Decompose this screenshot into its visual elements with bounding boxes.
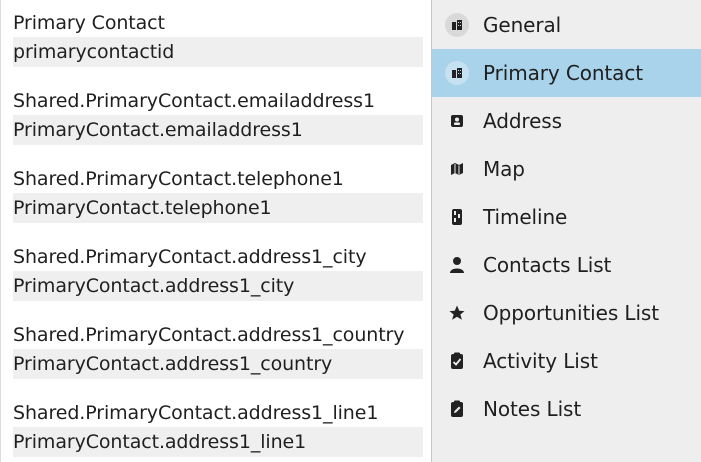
nav-label: Contacts List <box>483 253 612 277</box>
nav-label: Primary Contact <box>483 61 643 85</box>
field-primary-contact: Primary Contact primarycontactid <box>13 10 423 67</box>
field-address-line1: Shared.PrimaryContact.address1_line1 Pri… <box>13 400 423 457</box>
field-label: Shared.PrimaryContact.emailaddress1 <box>13 90 375 112</box>
note-edit-icon <box>445 397 469 421</box>
field-label: Shared.PrimaryContact.address1_city <box>13 246 367 268</box>
field-label: Primary Contact <box>13 12 165 34</box>
timeline-icon <box>445 205 469 229</box>
field-value[interactable]: PrimaryContact.telephone1 <box>13 193 423 223</box>
field-value[interactable]: primarycontactid <box>13 37 423 67</box>
map-icon <box>445 157 469 181</box>
nav-label: Opportunities List <box>483 301 659 325</box>
field-label: Shared.PrimaryContact.telephone1 <box>13 168 344 190</box>
field-label: Shared.PrimaryContact.address1_country <box>13 324 405 346</box>
star-icon <box>445 301 469 325</box>
address-card-icon <box>445 109 469 133</box>
nav-item-timeline[interactable]: Timeline <box>432 193 701 241</box>
field-value[interactable]: PrimaryContact.address1_line1 <box>13 427 423 457</box>
nav-item-primary-contact[interactable]: Primary Contact <box>432 49 701 97</box>
field-telephone: Shared.PrimaryContact.telephone1 Primary… <box>13 166 423 223</box>
nav-item-opportunities-list[interactable]: Opportunities List <box>432 289 701 337</box>
field-emailaddress: Shared.PrimaryContact.emailaddress1 Prim… <box>13 88 423 145</box>
nav-item-activity-list[interactable]: Activity List <box>432 337 701 385</box>
nav-label: Notes List <box>483 397 582 421</box>
nav-item-notes-list[interactable]: Notes List <box>432 385 701 433</box>
nav-label: Address <box>483 109 562 133</box>
nav-item-address[interactable]: Address <box>432 97 701 145</box>
nav-item-map[interactable]: Map <box>432 145 701 193</box>
nav-label: Map <box>483 157 525 181</box>
person-icon <box>445 253 469 277</box>
clipboard-check-icon <box>445 349 469 373</box>
field-label: Shared.PrimaryContact.address1_line1 <box>13 402 379 424</box>
nav-label: General <box>483 13 562 37</box>
section-nav: General Primary Contact Address Map Time… <box>432 0 701 462</box>
building-icon <box>445 13 469 37</box>
nav-item-general[interactable]: General <box>432 1 701 49</box>
field-value[interactable]: PrimaryContact.emailaddress1 <box>13 115 423 145</box>
field-value[interactable]: PrimaryContact.address1_country <box>13 349 423 379</box>
nav-label: Timeline <box>483 205 568 229</box>
field-value[interactable]: PrimaryContact.address1_city <box>13 271 423 301</box>
field-address-city: Shared.PrimaryContact.address1_city Prim… <box>13 244 423 301</box>
nav-item-contacts-list[interactable]: Contacts List <box>432 241 701 289</box>
form-panel: Primary Contact primarycontactid Shared.… <box>0 0 426 462</box>
field-address-country: Shared.PrimaryContact.address1_country P… <box>13 322 423 379</box>
nav-label: Activity List <box>483 349 598 373</box>
building-icon <box>445 61 469 85</box>
